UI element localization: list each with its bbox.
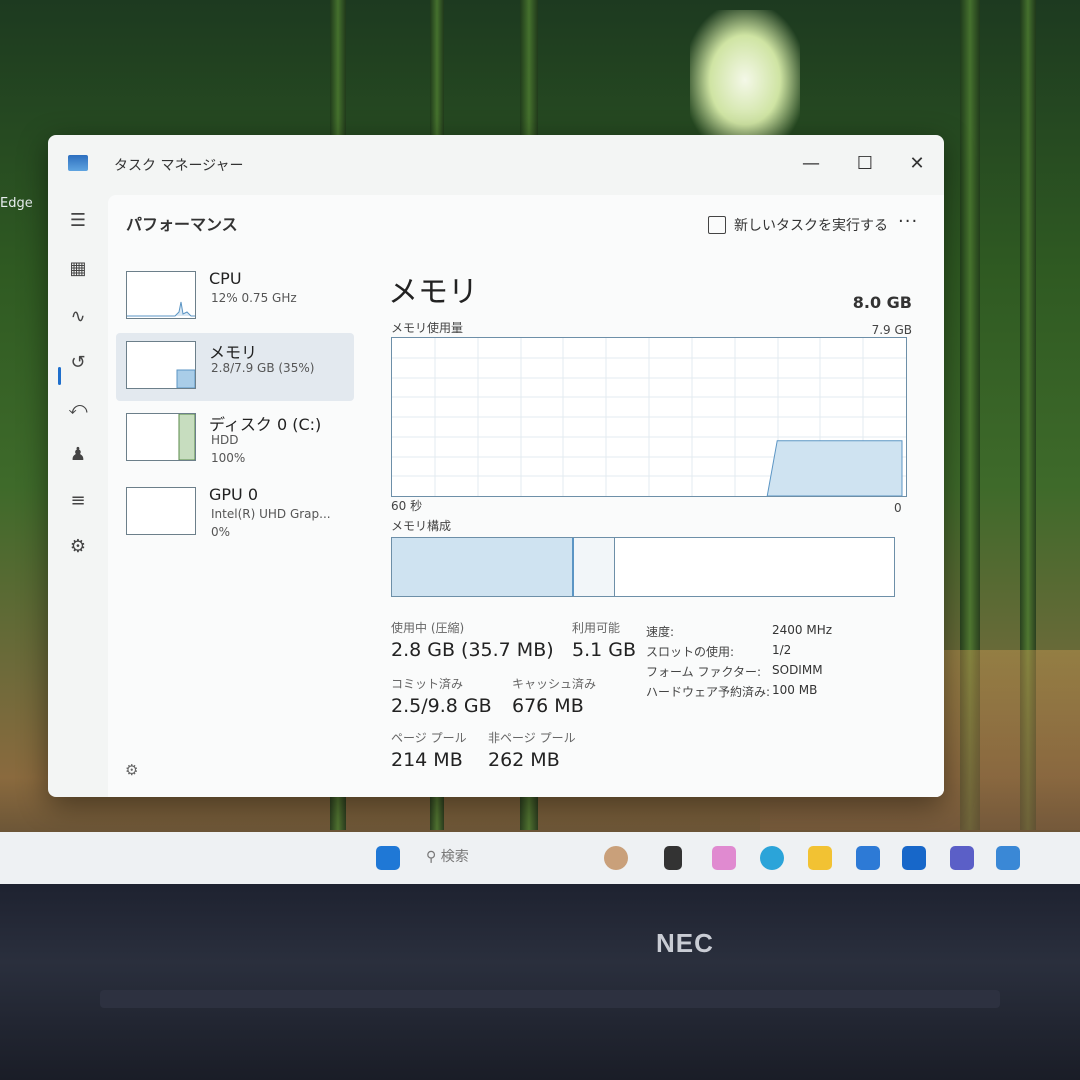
committed-label: コミット済み [391, 677, 464, 691]
taskbar-search[interactable]: ⚲ 検索 [426, 846, 469, 866]
memory-title: メモリ [388, 275, 478, 310]
active-indicator [58, 367, 61, 385]
more-options-icon[interactable]: ··· [898, 211, 918, 232]
paged-pool-label: ページ プール [391, 731, 467, 745]
new-task-button[interactable]: 新しいタスクを実行する [708, 209, 888, 241]
memory-total: 8.0 GB [852, 293, 912, 312]
device-detail: 0% [211, 525, 231, 539]
performance-icon[interactable]: ∿ [66, 305, 90, 329]
graph-time-left: 60 秒 [391, 499, 423, 513]
device-item-cpu[interactable]: CPU 12% 0.75 GHz [116, 263, 354, 331]
nonpaged-pool-value: 262 MB [488, 749, 560, 771]
device-detail: Intel(R) UHD Grap... [211, 507, 331, 521]
outlook-icon[interactable] [902, 846, 926, 870]
laptop-bezel [0, 884, 1080, 1080]
committed-value: 2.5/9.8 GB [391, 695, 492, 717]
disk-mini-graph [178, 413, 196, 461]
cpu-thumbnail [126, 271, 196, 319]
task-manager-icon [68, 155, 88, 171]
in-use-label: 使用中 (圧縮) [391, 621, 465, 635]
composition-in-use [392, 538, 574, 596]
minimize-button[interactable]: — [788, 149, 834, 179]
widgets-icon[interactable] [604, 846, 628, 870]
nonpaged-pool-label: 非ページ プール [488, 731, 576, 745]
task-manager-window: タスク マネージャー — ☐ ✕ ☰ ▦ ∿ ↺ ⤺ ♟ ≡ ⚙ パフォーマンス… [48, 135, 944, 797]
brand-logo: NEC [656, 928, 714, 958]
copilot-icon[interactable] [712, 846, 736, 870]
window-title: タスク マネージャー [114, 158, 244, 174]
laptop-hinge [100, 990, 1000, 1008]
memory-composition-label: メモリ構成 [391, 519, 452, 533]
background-light [690, 10, 800, 150]
nav-rail: ☰ ▦ ∿ ↺ ⤺ ♟ ≡ ⚙ [48, 195, 108, 797]
form-factor-key: フォーム ファクター: [646, 665, 762, 679]
disk-thumbnail [126, 413, 196, 461]
memory-thumbnail [126, 341, 196, 389]
device-item-memory[interactable]: メモリ 2.8/7.9 GB (35%) [116, 333, 354, 401]
new-task-icon [708, 216, 726, 234]
cached-label: キャッシュ済み [512, 677, 597, 691]
content-pane: パフォーマンス 新しいタスクを実行する ··· CPU 12% 0.75 GHz… [108, 195, 944, 797]
device-name: ディスク 0 (C:) [209, 415, 322, 434]
memory-composition-bar [391, 537, 895, 597]
maximize-button[interactable]: ☐ [842, 149, 888, 179]
page-title: パフォーマンス [126, 215, 238, 234]
memory-usage-graph [391, 337, 907, 497]
title-bar[interactable]: タスク マネージャー — ☐ ✕ [48, 135, 944, 195]
device-detail: 100% [211, 451, 246, 465]
cached-value: 676 MB [512, 695, 584, 717]
services-icon[interactable]: ⚙ [66, 535, 90, 559]
startup-apps-icon[interactable]: ⤺ [66, 397, 90, 421]
start-button-icon[interactable] [376, 846, 400, 870]
app-history-icon[interactable]: ↺ [66, 351, 90, 375]
taskbar: ⚲ 検索 [0, 832, 1080, 884]
new-task-label: 新しいタスクを実行する [734, 218, 888, 234]
paged-pool-value: 214 MB [391, 749, 463, 771]
close-button[interactable]: ✕ [894, 149, 940, 179]
store-icon[interactable] [856, 846, 880, 870]
memory-usage-svg [392, 338, 906, 496]
hamburger-menu-icon[interactable]: ☰ [66, 209, 90, 233]
device-detail: HDD [211, 433, 239, 447]
users-icon[interactable]: ♟ [66, 443, 90, 467]
settings-gear-icon[interactable]: ⚙ [125, 761, 138, 779]
device-name: CPU [209, 269, 242, 288]
cpu-mini-graph [127, 301, 195, 317]
task-manager-taskbar-icon[interactable] [996, 846, 1020, 870]
speed-value: 2400 MHz [772, 623, 833, 637]
composition-free [615, 538, 894, 596]
device-detail: 12% 0.75 GHz [211, 291, 297, 305]
gpu-thumbnail [126, 487, 196, 535]
speed-key: 速度: [646, 625, 675, 639]
graph-time-right: 0 [894, 501, 902, 515]
form-factor-value: SODIMM [772, 663, 823, 677]
device-name: メモリ [209, 343, 258, 362]
hardware-reserved-key: ハードウェア予約済み: [646, 685, 771, 699]
memory-mini-graph [176, 369, 196, 389]
memory-usage-label: メモリ使用量 [391, 321, 464, 335]
file-explorer-icon[interactable] [808, 846, 832, 870]
task-view-icon[interactable] [664, 846, 682, 870]
details-icon[interactable]: ≡ [66, 489, 90, 513]
device-item-gpu[interactable]: GPU 0 Intel(R) UHD Grap... 0% [116, 479, 354, 547]
device-item-disk[interactable]: ディスク 0 (C:) HDD 100% [116, 405, 354, 473]
slots-value: 1/2 [772, 643, 792, 657]
device-detail: 2.8/7.9 GB (35%) [211, 361, 315, 375]
available-label: 利用可能 [572, 621, 621, 635]
hardware-reserved-value: 100 MB [772, 683, 818, 697]
memory-usage-max: 7.9 GB [871, 323, 912, 337]
teams-icon[interactable] [950, 846, 974, 870]
composition-modified [574, 538, 615, 596]
desktop-edge-label[interactable]: Edge [0, 196, 33, 211]
edge-icon[interactable] [760, 846, 784, 870]
processes-icon[interactable]: ▦ [66, 257, 90, 281]
in-use-value: 2.8 GB (35.7 MB) [391, 639, 554, 661]
search-placeholder: 検索 [440, 849, 469, 865]
memory-usage-area [766, 440, 903, 496]
device-name: GPU 0 [209, 485, 259, 504]
slots-key: スロットの使用: [646, 645, 735, 659]
available-value: 5.1 GB [572, 639, 637, 661]
